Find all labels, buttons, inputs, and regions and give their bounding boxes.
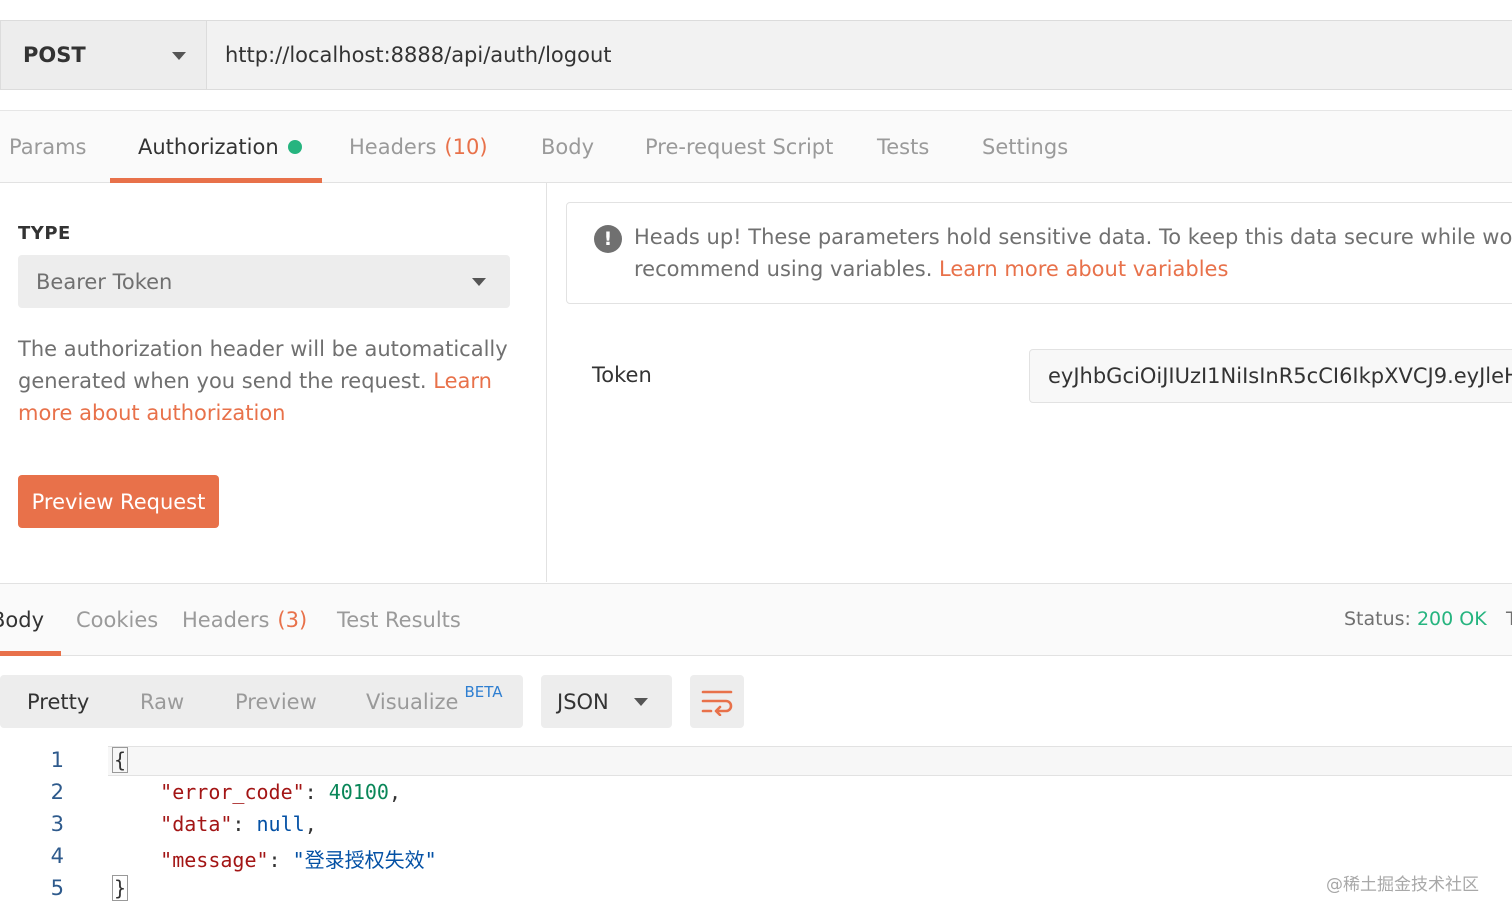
tab-headers[interactable]: Headers (10): [349, 111, 488, 183]
exclamation-icon: !: [594, 225, 622, 253]
view-visualize[interactable]: Visualize BETA: [366, 675, 503, 728]
wrap-lines-icon: [701, 690, 733, 716]
code-text: "message": "登录授权失效": [160, 848, 437, 872]
close-brace: }: [112, 875, 129, 901]
resp-tab-headers[interactable]: Headers (3): [182, 584, 307, 656]
response-tabs: Body Cookies Headers (3) Test Results St…: [0, 583, 1512, 656]
tab-pre-request-script[interactable]: Pre-request Script: [645, 111, 833, 183]
postman-window: POST http://localhost:8888/api/auth/logo…: [0, 0, 1512, 918]
beta-badge: BETA: [464, 682, 503, 701]
alert-line-1: Heads up! These parameters hold sensitiv…: [634, 225, 1512, 249]
tab-body-label: Body: [541, 135, 595, 159]
type-label: TYPE: [18, 223, 71, 244]
code-line: 3 "data": null,: [0, 810, 1512, 842]
json-string: "登录授权失效": [292, 848, 437, 872]
line-number: 1: [50, 748, 64, 772]
code-text: }: [112, 875, 129, 901]
method-select[interactable]: POST: [0, 21, 207, 89]
resp-tab-test-results[interactable]: Test Results: [337, 584, 461, 656]
chevron-down-icon: [172, 52, 186, 60]
auth-type-select[interactable]: Bearer Token: [18, 255, 510, 308]
resp-tab-cookies[interactable]: Cookies: [76, 584, 158, 656]
tab-settings[interactable]: Settings: [982, 111, 1068, 183]
status-label: Status:: [1344, 608, 1411, 630]
line-number: 2: [50, 780, 64, 804]
code-text: "data": null,: [160, 812, 317, 836]
response-status: Status: 200 OK: [1344, 608, 1487, 630]
request-url-bar: POST http://localhost:8888/api/auth/logo…: [0, 20, 1512, 90]
tab-body[interactable]: Body: [541, 111, 594, 183]
auth-token-panel: ! Heads up! These parameters hold sensit…: [548, 183, 1512, 582]
tab-tests-label: Tests: [877, 135, 930, 159]
view-raw[interactable]: Raw: [140, 675, 184, 728]
resp-tab-cookies-label: Cookies: [76, 608, 159, 632]
code-line: 5 }: [0, 874, 1512, 906]
response-body-editor[interactable]: 1 { 2 "error_code": 40100, 3 "data": nul…: [0, 746, 1512, 918]
sensitive-data-alert: ! Heads up! These parameters hold sensit…: [566, 202, 1512, 304]
line-number: 3: [50, 812, 64, 836]
chevron-down-icon: [472, 278, 486, 286]
auth-description: The authorization header will be automat…: [18, 333, 508, 429]
view-preview[interactable]: Preview: [235, 675, 317, 728]
tab-tests[interactable]: Tests: [877, 111, 929, 183]
resp-headers-count: (3): [277, 608, 308, 632]
json-key: "message": [160, 848, 269, 872]
code-line: 1 {: [0, 746, 1512, 778]
tab-settings-label: Settings: [982, 135, 1069, 159]
body-view-mode-group: Pretty Raw Preview Visualize BETA: [0, 675, 523, 728]
format-value: JSON: [557, 689, 609, 714]
preview-request-button[interactable]: Preview Request: [18, 475, 219, 528]
method-label: POST: [23, 43, 86, 67]
alert-text: Heads up! These parameters hold sensitiv…: [634, 221, 1512, 285]
alert-line-2: recommend using variables.: [634, 257, 940, 281]
auth-type-value: Bearer Token: [36, 269, 173, 294]
line-number: 5: [50, 876, 64, 900]
resp-tab-body-label: Body: [0, 608, 45, 632]
response-time-truncated: T: [1506, 608, 1512, 630]
auth-type-panel: TYPE Bearer Token The authorization head…: [0, 183, 547, 582]
tab-authorization[interactable]: Authorization: [138, 111, 302, 183]
status-dot-icon: [287, 140, 302, 154]
json-key: "data": [160, 812, 233, 836]
status-value[interactable]: 200 OK: [1417, 608, 1487, 630]
resp-tab-test-results-label: Test Results: [337, 608, 461, 632]
json-key: "error_code": [160, 780, 305, 804]
headers-count: (10): [444, 135, 488, 159]
learn-variables-link[interactable]: Learn more about variables: [939, 257, 1228, 281]
view-visualize-label: Visualize: [366, 689, 459, 714]
format-select[interactable]: JSON: [541, 675, 672, 728]
resp-tab-body[interactable]: Body: [0, 584, 44, 656]
tab-params-label: Params: [9, 135, 87, 159]
chevron-down-icon: [634, 698, 648, 706]
json-number: 40100: [328, 780, 389, 804]
line-number: 4: [50, 844, 64, 868]
token-label: Token: [592, 363, 652, 387]
open-brace: {: [112, 747, 129, 773]
view-pretty[interactable]: Pretty: [27, 675, 89, 728]
code-text: {: [112, 747, 129, 773]
tab-headers-label: Headers: [349, 135, 437, 159]
resp-tab-headers-label: Headers: [182, 608, 270, 632]
request-tabs: Params Authorization Headers (10) Body P…: [0, 110, 1512, 183]
tab-params[interactable]: Params: [9, 111, 87, 183]
json-null: null: [256, 812, 305, 836]
code-line: 4 "message": "登录授权失效": [0, 842, 1512, 874]
resp-active-tab-indicator: [0, 651, 61, 656]
token-input[interactable]: eyJhbGciOiJIUzI1NiIsInR5cCI6IkpXVCJ9.eyJ…: [1029, 349, 1512, 403]
code-text: "error_code": 40100,: [160, 780, 402, 804]
wrap-lines-button[interactable]: [690, 675, 744, 728]
tab-pre-request-label: Pre-request Script: [645, 135, 834, 159]
tab-authorization-label: Authorization: [138, 135, 279, 159]
url-input[interactable]: http://localhost:8888/api/auth/logout: [207, 21, 1512, 89]
code-line: 2 "error_code": 40100,: [0, 778, 1512, 810]
watermark: @稀土掘金技术社区: [1326, 875, 1479, 895]
